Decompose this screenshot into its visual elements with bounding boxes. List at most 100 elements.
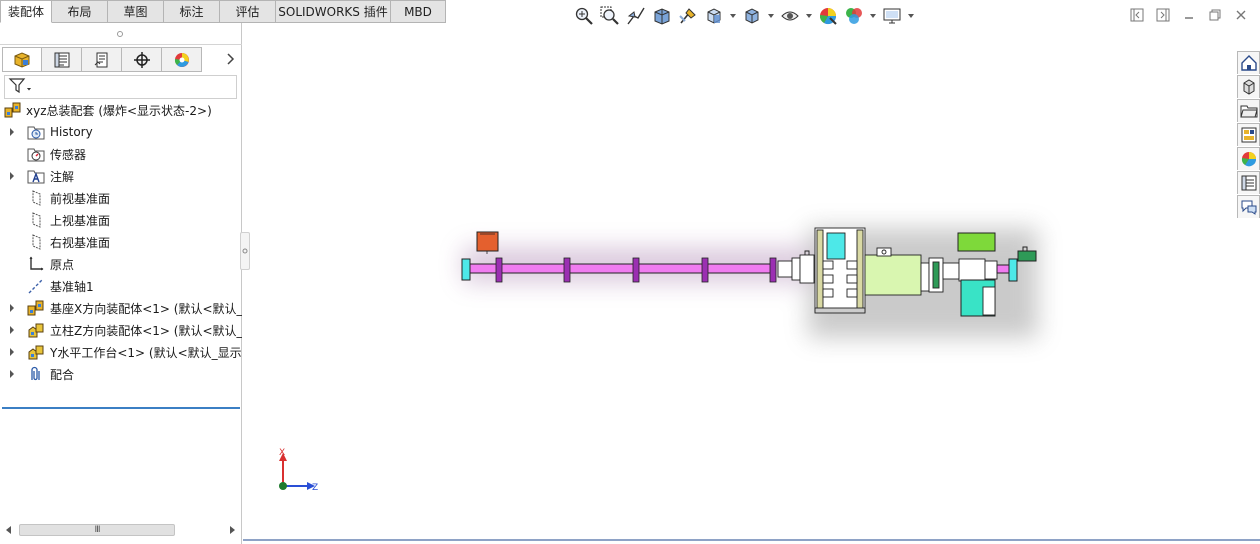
rail-end-block-left[interactable] <box>461 258 471 281</box>
graphics-viewport[interactable]: X Z <box>243 23 1260 544</box>
filter-icon[interactable] <box>8 77 34 98</box>
tile-left-icon[interactable] <box>1128 6 1146 24</box>
tree-item-axis1[interactable]: 基准轴1 <box>0 275 242 297</box>
model-canvas[interactable]: X Z <box>243 23 1260 544</box>
minimize-icon[interactable] <box>1180 6 1198 24</box>
main-carriage[interactable] <box>814 227 866 314</box>
expand-arrow-icon[interactable] <box>7 171 17 181</box>
tree-item-origin[interactable]: 原点 <box>0 253 242 275</box>
view-orientation-dropdown-icon[interactable] <box>728 5 738 27</box>
horizontal-scrollbar[interactable]: III <box>0 521 242 539</box>
plane-icon <box>27 233 45 251</box>
close-icon[interactable] <box>1232 6 1250 24</box>
manager-tabs <box>2 47 202 72</box>
appearances-scenes-icon[interactable] <box>1237 147 1260 170</box>
apply-scene-dropdown-icon[interactable] <box>868 5 878 27</box>
tree-item-label: 传感器 <box>50 147 87 162</box>
tree-item-base-x-assembly[interactable]: 基座X方向装配体<1> (默认<默认_显 <box>0 297 242 319</box>
dynamic-annotation-icon[interactable] <box>676 5 700 27</box>
triad-x-label: X <box>279 448 285 458</box>
edit-appearance-icon[interactable] <box>816 5 840 27</box>
carriage-body[interactable] <box>864 247 930 296</box>
scroll-left-icon[interactable] <box>3 524 15 536</box>
green-knob[interactable] <box>1017 250 1037 262</box>
property-manager-icon[interactable] <box>42 47 82 72</box>
view-palette-icon[interactable] <box>1237 123 1260 146</box>
tab-assembly[interactable]: 装配体 <box>0 0 52 23</box>
tree-item-label: Y水平工作台<1> (默认<默认_显示状 <box>50 345 242 360</box>
model-shadow <box>463 228 1038 338</box>
feature-tree: xyz总装配套 (爆炸<显示状态-2>) History 传感器 注解 前视基准… <box>0 99 242 385</box>
zoom-to-area-icon[interactable] <box>598 5 622 27</box>
view-orientation-icon[interactable] <box>702 5 726 27</box>
tree-root-assembly[interactable]: xyz总装配套 (爆炸<显示状态-2>) <box>0 99 242 121</box>
tab-layout[interactable]: 布局 <box>52 0 108 23</box>
scroll-right-icon[interactable] <box>226 524 238 536</box>
forum-icon[interactable] <box>1237 195 1260 218</box>
origin-icon <box>27 255 45 273</box>
assembly-icon <box>4 101 22 119</box>
tab-sketch[interactable]: 草图 <box>108 0 164 23</box>
plane-icon <box>27 211 45 229</box>
tree-item-column-z-assembly[interactable]: 立柱Z方向装配体<1> (默认<默认_显 <box>0 319 242 341</box>
task-pane-tabs <box>1237 51 1260 219</box>
tree-item-top-plane[interactable]: 上视基准面 <box>0 209 242 231</box>
chevron-right-icon[interactable] <box>222 51 238 67</box>
tree-item-right-plane[interactable]: 右视基准面 <box>0 231 242 253</box>
view-settings-dropdown-icon[interactable] <box>906 5 916 27</box>
expand-arrow-icon[interactable] <box>7 347 17 357</box>
tree-item-front-plane[interactable]: 前视基准面 <box>0 187 242 209</box>
section-view-icon[interactable] <box>650 5 674 27</box>
top-block[interactable] <box>957 232 996 252</box>
pane-collapse-handle[interactable] <box>240 232 250 270</box>
tab-evaluate[interactable]: 评估 <box>220 0 276 23</box>
tree-filter[interactable] <box>4 75 237 99</box>
tab-solidworks-addins[interactable]: SOLIDWORKS 插件 <box>276 0 391 23</box>
zoom-to-fit-icon[interactable] <box>572 5 596 27</box>
subassembly-icon <box>27 343 45 361</box>
dimxpert-manager-icon[interactable] <box>122 47 162 72</box>
display-style-icon[interactable] <box>740 5 764 27</box>
tree-rollback-bar[interactable] <box>2 407 240 409</box>
design-library-icon[interactable] <box>1237 75 1260 98</box>
view-settings-icon[interactable] <box>880 5 904 27</box>
tree-item-label: 右视基准面 <box>50 235 111 250</box>
tree-item-label: 上视基准面 <box>50 213 111 228</box>
tree-item-sensors[interactable]: 传感器 <box>0 143 242 165</box>
tree-item-history[interactable]: History <box>0 121 242 143</box>
feature-manager-icon[interactable] <box>2 47 42 72</box>
expand-arrow-icon[interactable] <box>7 127 17 137</box>
solidworks-resources-icon[interactable] <box>1237 51 1260 74</box>
tab-mbd[interactable]: MBD <box>391 0 446 23</box>
previous-view-icon[interactable] <box>624 5 648 27</box>
document-window-controls <box>1128 6 1250 26</box>
plane-icon <box>27 189 45 207</box>
custom-properties-icon[interactable] <box>1237 171 1260 194</box>
hide-show-dropdown-icon[interactable] <box>804 5 814 27</box>
expand-arrow-icon[interactable] <box>7 369 17 379</box>
scrollbar-thumb[interactable]: III <box>19 524 175 536</box>
tree-item-label: 基座X方向装配体<1> (默认<默认_显 <box>50 301 242 316</box>
display-style-dropdown-icon[interactable] <box>766 5 776 27</box>
expand-arrow-icon[interactable] <box>7 325 17 335</box>
tab-annotate[interactable]: 标注 <box>164 0 220 23</box>
configuration-manager-icon[interactable] <box>82 47 122 72</box>
pane-separator <box>0 44 242 45</box>
display-manager-icon[interactable] <box>162 47 202 72</box>
hide-show-items-icon[interactable] <box>778 5 802 27</box>
x-rail[interactable] <box>466 263 776 274</box>
restore-icon[interactable] <box>1206 6 1224 24</box>
rail-end-block-right[interactable] <box>1008 258 1018 282</box>
file-explorer-icon[interactable] <box>1237 99 1260 122</box>
motor-box[interactable] <box>476 231 499 252</box>
tile-right-icon[interactable] <box>1154 6 1172 24</box>
expand-arrow-icon[interactable] <box>7 303 17 313</box>
sensor-folder-icon <box>27 145 45 163</box>
rail-end-right <box>996 264 1010 274</box>
tree-item-annotations[interactable]: 注解 <box>0 165 242 187</box>
tree-item-y-table-assembly[interactable]: Y水平工作台<1> (默认<默认_显示状 <box>0 341 242 363</box>
tree-item-mates[interactable]: 配合 <box>0 363 242 385</box>
apply-scene-icon[interactable] <box>842 5 866 27</box>
triad-z-label: Z <box>312 483 318 493</box>
pane-grip-icon[interactable] <box>117 31 123 37</box>
